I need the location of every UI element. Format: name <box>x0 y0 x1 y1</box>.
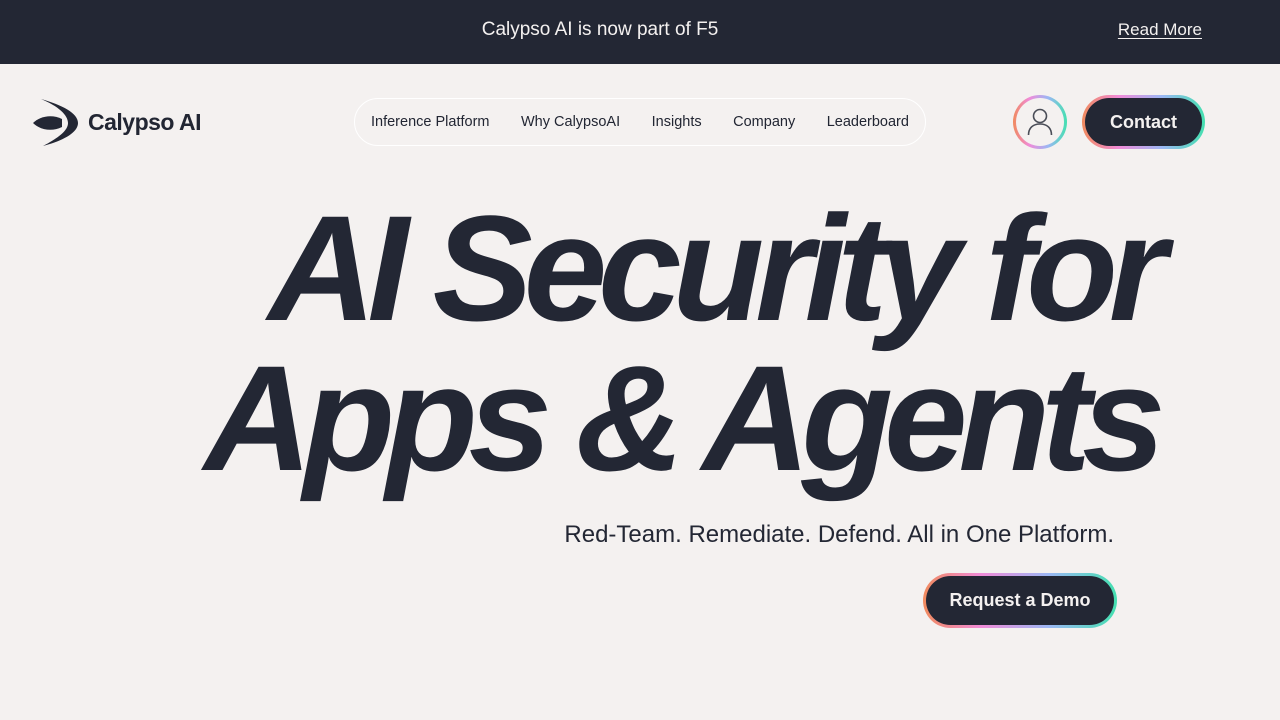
hero-tagline: Red-Team. Remediate. Defend. All in One … <box>564 521 1114 548</box>
logo-text: Calypso AI <box>88 108 202 135</box>
nav-item-inference-platform[interactable]: Inference Platform <box>371 114 489 130</box>
account-button[interactable] <box>1013 95 1067 149</box>
contact-button-label: Contact <box>1085 98 1202 146</box>
request-demo-label: Request a Demo <box>926 576 1114 625</box>
read-more-link[interactable]: Read More <box>1118 20 1202 40</box>
logo[interactable]: Calypso AI <box>32 97 202 147</box>
user-icon <box>1027 108 1053 136</box>
announcement-text: Calypso AI is now part of F5 <box>481 19 719 40</box>
account-button-inner <box>1016 98 1064 146</box>
nav-item-leaderboard[interactable]: Leaderboard <box>827 114 909 130</box>
announcement-bar: Calypso AI is now part of F5 Read More <box>0 0 1280 64</box>
hero-title-line-2: Apps & Agents <box>204 334 1165 502</box>
nav-item-company[interactable]: Company <box>733 114 795 130</box>
request-demo-button[interactable]: Request a Demo <box>923 573 1117 628</box>
hero-title-line-1: AI Security for <box>268 184 1167 352</box>
nav-item-insights[interactable]: Insights <box>652 114 702 130</box>
main-nav: Inference Platform Why CalypsoAI Insight… <box>354 98 926 146</box>
calypso-logo-icon <box>33 99 78 146</box>
nav-item-why-calypsoai[interactable]: Why CalypsoAI <box>521 114 620 130</box>
contact-button[interactable]: Contact <box>1082 95 1205 149</box>
